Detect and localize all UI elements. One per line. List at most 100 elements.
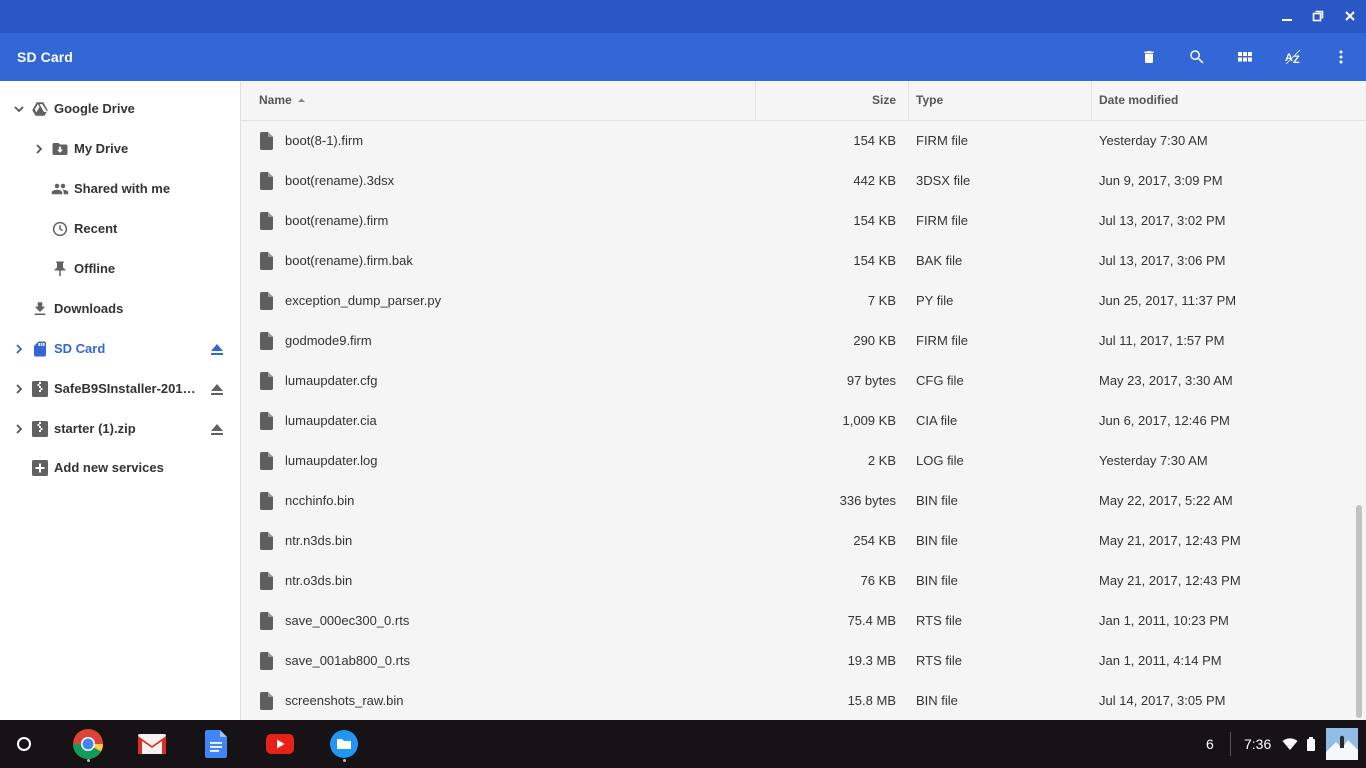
more-options-button[interactable] [1321,37,1361,77]
delete-button[interactable] [1129,37,1169,77]
column-header-type[interactable]: Type [916,81,943,120]
chevron-right-icon[interactable] [32,142,46,156]
table-row[interactable]: boot(rename).firm 154 KB FIRM file Jul 1… [241,201,1366,241]
column-header-label: Name [259,93,292,107]
file-type: 3DSX file [916,173,971,188]
youtube-icon [266,734,294,754]
sidebar-item-downloads[interactable]: Downloads [0,289,240,329]
chevron-right-icon[interactable] [12,342,26,356]
column-header-name[interactable]: Name [259,81,306,120]
file-date: May 22, 2017, 5:22 AM [1099,493,1233,508]
file-date: May 23, 2017, 3:30 AM [1099,373,1233,388]
file-date: Jun 6, 2017, 12:46 PM [1099,413,1230,428]
table-row[interactable]: save_001ab800_0.rts 19.3 MB RTS file Jan… [241,641,1366,681]
sidebar-item-shared-with-me[interactable]: Shared with me [0,169,240,209]
file-size: 7 KB [867,293,896,308]
table-row[interactable]: boot(8-1).firm 154 KB FIRM file Yesterda… [241,121,1366,161]
chevron-right-icon[interactable] [12,382,26,396]
sidebar-item-label: Shared with me [74,181,171,196]
battery-icon[interactable] [1306,737,1316,751]
sidebar-item-my-drive[interactable]: My Drive [0,129,240,169]
sidebar-item-safeb9sinstaller[interactable]: SafeB9SInstaller-201… [0,369,240,409]
sidebar-item-google-drive[interactable]: Google Drive [0,89,240,129]
table-row[interactable]: boot(rename).3dsx 442 KB 3DSX file Jun 9… [241,161,1366,201]
file-name: save_001ab800_0.rts [285,653,411,668]
launcher-button[interactable] [4,724,44,764]
eject-icon[interactable] [209,421,225,437]
minimize-button[interactable] [1274,4,1300,28]
sidebar-item-label: Add new services [54,460,164,475]
column-header-date-modified[interactable]: Date modified [1099,81,1178,120]
file-size: 1,009 KB [842,413,897,428]
file-type: CFG file [916,373,964,388]
file-type: RTS file [916,613,962,628]
table-row[interactable]: ntr.o3ds.bin 76 KB BIN file May 21, 2017… [241,561,1366,601]
file-size: 97 bytes [846,373,896,388]
file-size: 290 KB [853,333,896,348]
column-divider[interactable] [1091,81,1092,120]
file-name: screenshots_raw.bin [285,693,404,708]
table-row[interactable]: screenshots_raw.bin 15.8 MB BIN file Jul… [241,681,1366,720]
table-row[interactable]: godmode9.firm 290 KB FIRM file Jul 11, 2… [241,321,1366,361]
window-titlebar [0,0,1366,33]
eject-icon[interactable] [209,341,225,357]
table-row[interactable]: ntr.n3ds.bin 254 KB BIN file May 21, 201… [241,521,1366,561]
file-type: LOG file [916,453,964,468]
gmail-app[interactable] [132,724,172,764]
grid-view-button[interactable] [1225,37,1265,77]
table-row[interactable]: ncchinfo.bin 336 bytes BIN file May 22, … [241,481,1366,521]
sd-card-icon [34,341,46,357]
minimize-icon [1282,19,1292,21]
close-button[interactable] [1337,4,1363,28]
column-header-size[interactable]: Size [872,81,896,120]
file-size: 19.3 MB [847,653,896,668]
files-app[interactable] [324,724,364,764]
column-divider[interactable] [908,81,909,120]
table-row[interactable]: boot(rename).firm.bak 154 KB BAK file Ju… [241,241,1366,281]
table-row[interactable]: lumaupdater.cia 1,009 KB CIA file Jun 6,… [241,401,1366,441]
delete-icon [1144,51,1154,63]
sidebar-item-sd-card[interactable]: SD Card [0,329,240,369]
file-name: boot(rename).firm.bak [285,253,413,268]
file-type: FIRM file [916,213,968,228]
sidebar-item-offline[interactable]: Offline [0,249,240,289]
restore-button[interactable] [1305,4,1331,28]
column-divider[interactable] [755,81,756,120]
file-size: 154 KB [853,253,896,268]
clock[interactable]: 7:36 [1244,720,1271,768]
wifi-icon[interactable] [1282,737,1298,751]
file-type: FIRM file [916,133,968,148]
sort-button[interactable]: A Z [1273,37,1313,77]
chevron-right-icon[interactable] [12,422,26,436]
people-icon [51,183,69,195]
file-name: save_000ec300_0.rts [285,613,410,628]
file-type: FIRM file [916,333,968,348]
search-button[interactable] [1177,37,1217,77]
sidebar-item-label: SD Card [54,341,106,356]
youtube-app[interactable] [260,724,300,764]
sidebar-item-recent[interactable]: Recent [0,209,240,249]
avatar[interactable] [1326,728,1358,760]
table-row[interactable]: exception_dump_parser.py 7 KB PY file Ju… [241,281,1366,321]
sidebar-item-starter-zip[interactable]: starter (1).zip [0,409,240,449]
file-icon [260,172,273,190]
sidebar-item-add-new-services[interactable]: Add new services [0,448,240,488]
sidebar-item-label: Recent [74,221,118,236]
my-drive-icon [52,143,68,155]
file-name: ncchinfo.bin [285,493,355,508]
shelf: 6 7:36 [0,720,1366,768]
file-date: Jul 14, 2017, 3:05 PM [1099,693,1226,708]
chevron-down-icon[interactable] [12,102,26,116]
notification-count[interactable]: 6 [1206,720,1214,768]
table-row[interactable]: lumaupdater.log 2 KB LOG file Yesterday … [241,441,1366,481]
docs-app[interactable] [196,724,236,764]
table-row[interactable]: save_000ec300_0.rts 75.4 MB RTS file Jan… [241,601,1366,641]
vertical-scrollbar[interactable] [1356,505,1362,718]
chrome-app[interactable] [68,724,108,764]
file-icon [260,212,273,230]
more-vert-icon [1339,50,1343,64]
eject-icon[interactable] [209,381,225,397]
file-size: 154 KB [853,213,896,228]
table-row[interactable]: lumaupdater.cfg 97 bytes CFG file May 23… [241,361,1366,401]
file-date: Yesterday 7:30 AM [1099,453,1208,468]
